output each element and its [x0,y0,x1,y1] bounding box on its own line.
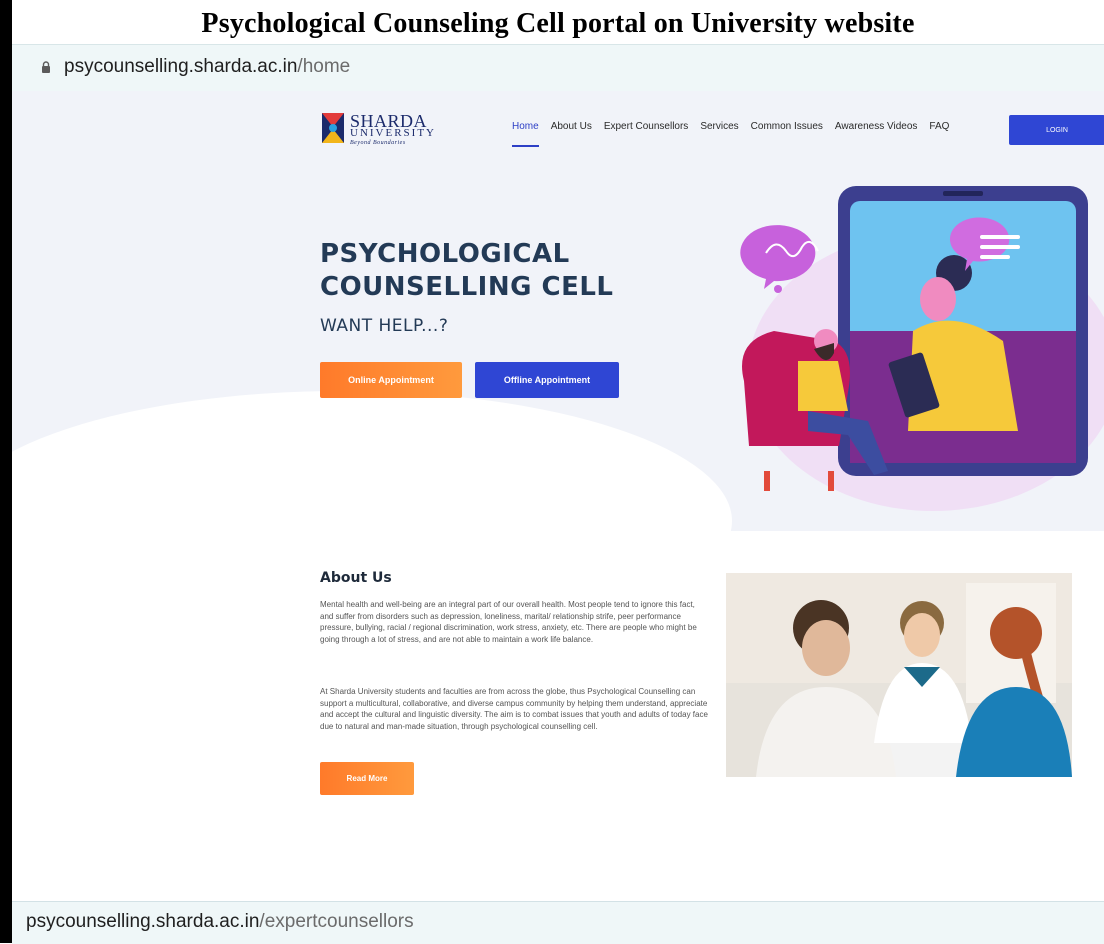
image-caption: Psychological Counseling Cell portal on … [201,8,915,39]
lock-icon [42,61,50,73]
online-appointment-button[interactable]: Online Appointment [320,362,462,398]
hero-title: PSYCHOLOGICAL COUNSELLING CELL [320,238,660,304]
url-path: /home [297,56,351,77]
nav-awareness-videos[interactable]: Awareness Videos [835,121,917,141]
main-nav: Home About Us Expert Counsellors Service… [512,121,961,147]
counselling-illustration [740,186,1104,511]
status-bar: psycounselling.sharda.ac.in/expertcounse… [12,901,1104,944]
hero-title-line2: COUNSELLING CELL [320,272,614,302]
about-paragraph-2: At Sharda University students and facult… [320,687,708,731]
hero-subtitle: WANT HELP...? [320,316,449,336]
hero-title-line1: PSYCHOLOGICAL [320,239,570,269]
nav-services[interactable]: Services [700,121,738,141]
address-bar[interactable]: psycounselling.sharda.ac.in/home [12,44,1104,92]
logo-text-university: UNIVERSITY [350,127,436,139]
web-page: SHARDA UNIVERSITY Beyond Boundaries Home… [12,91,1104,901]
about-title: About Us [320,570,392,586]
logo-tagline: Beyond Boundaries [350,140,406,146]
nav-expert-counsellors[interactable]: Expert Counsellors [604,121,688,141]
nav-about-us[interactable]: About Us [551,121,592,141]
url-host: psycounselling.sharda.ac.in [64,56,298,77]
left-frame-border [0,0,12,943]
status-url-host: psycounselling.sharda.ac.in [26,911,260,932]
status-url: psycounselling.sharda.ac.in/expertcounse… [26,911,414,933]
nav-common-issues[interactable]: Common Issues [751,121,823,141]
login-button[interactable]: LOGIN [1009,115,1104,145]
nav-home[interactable]: Home [512,121,539,147]
about-paragraph-1: Mental health and well-being are an inte… [320,600,697,644]
offline-appointment-button[interactable]: Offline Appointment [475,362,619,398]
status-url-path: /expertcounsellors [259,911,414,932]
read-more-button[interactable]: Read More [320,762,414,795]
url-text[interactable]: psycounselling.sharda.ac.in/home [64,56,350,78]
counselling-session-photo [726,573,1072,777]
nav-faq[interactable]: FAQ [929,121,949,141]
